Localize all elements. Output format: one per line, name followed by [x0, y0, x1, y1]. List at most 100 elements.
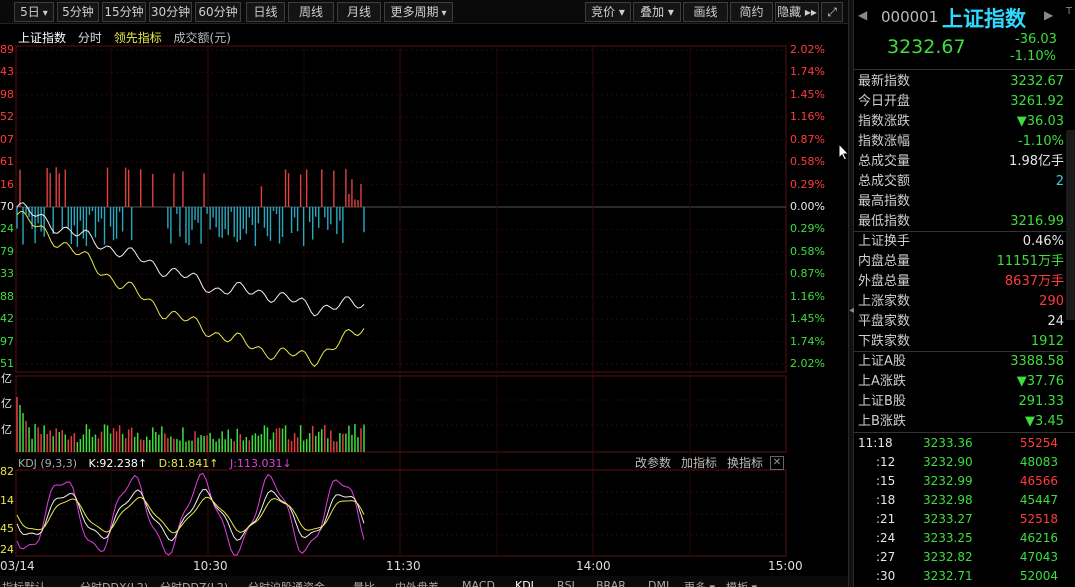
bottom-tab[interactable]: 指标默认 — [2, 579, 46, 587]
quote-row: 外盘总量 8637万手 — [858, 272, 1064, 292]
quote-row-label: 上证换手 — [858, 234, 911, 249]
quote-row: 指数涨幅 -1.10% — [858, 132, 1064, 152]
quote-row-label: 外盘总量 — [858, 274, 911, 289]
quote-row-label: 上B涨跌 — [858, 414, 906, 429]
prev-stock-button[interactable]: ◀ — [858, 8, 867, 22]
quote-row-label: 下跌家数 — [858, 334, 911, 349]
kdj-action-button[interactable]: 换指标 — [727, 457, 763, 469]
quote-row-label: 最低指数 — [858, 214, 911, 229]
bottom-tab[interactable]: BRAR — [596, 579, 626, 587]
tick-price: 3232.71 — [923, 569, 973, 583]
price-right-tick: 0.58% — [790, 244, 825, 258]
tick-row: :18 3232.98 45447 — [856, 491, 1058, 509]
quote-row-label: 最高指数 — [858, 194, 911, 209]
bottom-tab[interactable]: 分时DDZ(L2) — [160, 579, 228, 587]
bottom-tab[interactable]: MACD — [462, 579, 495, 587]
tick-row: :15 3232.99 46566 — [856, 472, 1058, 490]
quote-row: 上证A股 3388.58 — [858, 352, 1064, 372]
bottom-tab[interactable]: 分时DDX(L2) — [80, 579, 148, 587]
tick-price: 3233.25 — [923, 531, 973, 545]
quote-row-label: 今日开盘 — [858, 94, 911, 109]
time-tick: 10:30 — [193, 559, 228, 573]
tick-volume: 55254 — [1019, 436, 1058, 450]
price-right-tick: 0.58% — [790, 155, 825, 169]
tick-row: :24 3233.25 46216 — [856, 529, 1058, 547]
kdj-left-tick: 14 — [0, 494, 14, 507]
tick-row: :12 3232.90 48083 — [856, 453, 1058, 471]
ticks-divider — [854, 432, 1075, 433]
panel-option-icon[interactable]: T — [1066, 6, 1072, 17]
price-left-tick: 89 — [0, 43, 14, 56]
bottom-tab[interactable]: KDJ — [515, 579, 534, 587]
quote-row-label: 总成交额 — [858, 174, 911, 189]
tick-time: :24 — [876, 531, 896, 545]
quote-scrollbar[interactable] — [1066, 130, 1075, 320]
tick-volume: 47043 — [1019, 550, 1058, 564]
tick-price: 3232.82 — [923, 550, 973, 564]
tick-row: :30 3232.71 52004 — [856, 567, 1058, 585]
price-left-tick: 61 — [0, 155, 14, 169]
quote-row: 最高指数 — [858, 192, 1064, 212]
bottom-tab[interactable]: 更多 ▾ — [684, 579, 715, 587]
bottom-tab[interactable]: 分时沪股通资金 — [248, 579, 325, 587]
quote-row: 最新指数 3232.67 — [858, 72, 1064, 92]
quote-row-value: 1912 — [1030, 334, 1064, 349]
quote-row: 上证换手 0.46% — [858, 232, 1064, 252]
price-left-tick: 88 — [0, 289, 14, 303]
kdj-title[interactable]: KDJ (9,3,3) — [18, 457, 77, 470]
price-left-tick: 51 — [0, 357, 14, 370]
price-right-tick: 1.45% — [790, 312, 825, 326]
bottom-tab[interactable]: RSI — [557, 579, 575, 587]
kdj-left-tick: 82 — [0, 465, 14, 478]
tick-volume: 46216 — [1019, 531, 1058, 545]
quote-row-label: 内盘总量 — [858, 254, 911, 269]
quote-price: 3232.67 — [887, 36, 966, 58]
kdj-d-line — [16, 496, 365, 534]
price-right-tick: 2.02% — [790, 357, 825, 370]
kdj-d-value: D:81.841↑ — [158, 457, 219, 470]
quote-change-pct: -1.10% — [1010, 49, 1056, 64]
quote-row-label: 上证B股 — [858, 394, 906, 409]
kdj-action-button[interactable]: 加指标 — [681, 457, 717, 469]
quote-row-value: 3232.67 — [1010, 74, 1064, 89]
tick-volume: 45447 — [1019, 493, 1058, 507]
tick-volume: 46566 — [1019, 474, 1058, 488]
quote-row: 今日开盘 3261.92 — [858, 92, 1064, 112]
bottom-tab[interactable]: DMI — [648, 579, 669, 587]
bottom-tab[interactable]: 量比 — [353, 579, 375, 587]
price-left-tick: 42 — [0, 312, 14, 326]
quote-row-value: ▼37.76 — [1016, 374, 1064, 389]
next-stock-button[interactable]: ▶ — [1044, 8, 1053, 22]
quote-row: 上B涨跌 ▼3.45 — [858, 412, 1064, 432]
quote-row: 上A涨跌 ▼37.76 — [858, 372, 1064, 392]
quote-row-label: 上A涨跌 — [858, 374, 906, 389]
quote-row: 平盘家数 24 — [858, 312, 1064, 332]
close-icon: ✕ — [772, 457, 782, 468]
kdj-action-button[interactable]: 改参数 — [635, 457, 671, 469]
quote-row-value: 24 — [1047, 314, 1064, 329]
quote-row: 总成交额 2 — [858, 172, 1064, 192]
tick-price: 3232.90 — [923, 455, 973, 469]
quote-row-label: 总成交量 — [858, 154, 911, 169]
price-right-tick: 0.29% — [790, 177, 825, 191]
volume-left-tick: 亿 — [1, 397, 12, 410]
bottom-tab[interactable]: 内外盘差 — [395, 579, 439, 587]
tick-row: 11:18 3233.36 55254 — [856, 434, 1058, 452]
intraday-chart[interactable] — [0, 0, 848, 587]
quote-row: 总成交量 1.98亿手 — [858, 152, 1064, 172]
quote-row-label: 平盘家数 — [858, 314, 911, 329]
quote-row-value: 0.46% — [1022, 234, 1064, 249]
quote-row-label: 最新指数 — [858, 74, 911, 89]
quote-row: 下跌家数 1912 — [854, 332, 1068, 352]
tick-price: 3233.27 — [923, 512, 973, 526]
bottom-tab[interactable]: 模板 ▾ — [726, 579, 757, 587]
price-left-tick: 33 — [0, 267, 14, 281]
time-tick: 14:00 — [576, 559, 611, 573]
price-right-tick: 2.02% — [790, 43, 825, 56]
volume-left-tick: 亿 — [1, 372, 12, 385]
kdj-close-button[interactable]: ✕ — [770, 456, 784, 470]
quote-row-value: 291.33 — [1018, 394, 1065, 409]
quote-row: 最低指数 3216.99 — [854, 212, 1068, 232]
price-left-tick: 70 — [0, 200, 14, 213]
time-tick: 15:00 — [768, 559, 803, 573]
